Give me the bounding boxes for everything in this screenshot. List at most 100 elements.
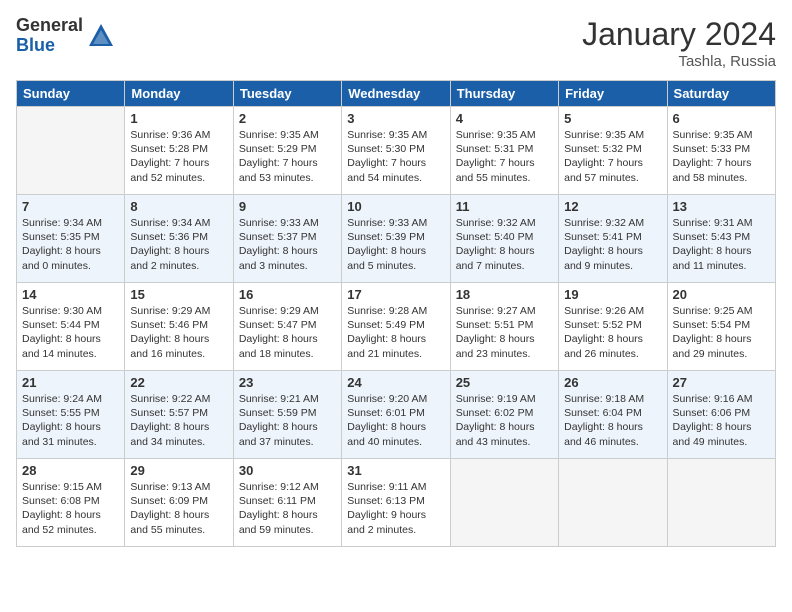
day-info: Sunrise: 9:32 AMSunset: 5:40 PMDaylight:… xyxy=(456,216,553,273)
day-info: Sunrise: 9:16 AMSunset: 6:06 PMDaylight:… xyxy=(673,392,770,449)
day-number: 12 xyxy=(564,199,661,214)
day-info: Sunrise: 9:24 AMSunset: 5:55 PMDaylight:… xyxy=(22,392,119,449)
table-row: 14 Sunrise: 9:30 AMSunset: 5:44 PMDayligh… xyxy=(17,283,125,371)
logo-blue: Blue xyxy=(16,36,83,56)
table-row xyxy=(17,107,125,195)
table-row: 25 Sunrise: 9:19 AMSunset: 6:02 PMDayligh… xyxy=(450,371,558,459)
table-row: 17 Sunrise: 9:28 AMSunset: 5:49 PMDayligh… xyxy=(342,283,450,371)
logo: General Blue xyxy=(16,16,115,56)
table-row: 18Sunrise: 9:27 AMSunset: 5:51 PMDayligh… xyxy=(450,283,558,371)
table-row: 10Sunrise: 9:33 AMSunset: 5:39 PMDayligh… xyxy=(342,195,450,283)
table-row: 6Sunrise: 9:35 AMSunset: 5:33 PMDaylight… xyxy=(667,107,775,195)
day-number: 28 xyxy=(22,463,119,478)
day-number: 3 xyxy=(347,111,444,126)
day-number: 8 xyxy=(130,199,227,214)
day-info: Sunrise: 9:33 AMSunset: 5:37 PMDaylight:… xyxy=(239,216,336,273)
day-number: 13 xyxy=(673,199,770,214)
logo-text: General Blue xyxy=(16,16,83,56)
day-info: Sunrise: 9:34 AMSunset: 5:35 PMDaylight:… xyxy=(22,216,119,273)
table-row: 11 Sunrise: 9:32 AMSunset: 5:40 PMDayligh… xyxy=(450,195,558,283)
day-info: Sunrise: 9:32 AMSunset: 5:41 PMDaylight:… xyxy=(564,216,661,273)
col-thursday: Thursday xyxy=(450,81,558,107)
header-row: Sunday Monday Tuesday Wednesday Thursday… xyxy=(17,81,776,107)
day-number: 22 xyxy=(130,375,227,390)
table-row: 1 Sunrise: 9:36 AMSunset: 5:28 PMDaylight… xyxy=(125,107,233,195)
title-section: January 2024 Tashla, Russia xyxy=(582,16,776,70)
day-number: 18 xyxy=(456,287,553,302)
calendar: Sunday Monday Tuesday Wednesday Thursday… xyxy=(16,80,776,547)
day-number: 19 xyxy=(564,287,661,302)
page-container: General Blue January 2024 Tashla, Russia… xyxy=(0,0,792,555)
day-number: 26 xyxy=(564,375,661,390)
day-number: 16 xyxy=(239,287,336,302)
table-row: 23Sunrise: 9:21 AMSunset: 5:59 PMDayligh… xyxy=(233,371,341,459)
table-row: 4Sunrise: 9:35 AMSunset: 5:31 PMDaylight… xyxy=(450,107,558,195)
table-row: 3 Sunrise: 9:35 AMSunset: 5:30 PMDaylight… xyxy=(342,107,450,195)
day-info: Sunrise: 9:19 AMSunset: 6:02 PMDaylight:… xyxy=(456,392,553,449)
day-info: Sunrise: 9:35 AMSunset: 5:33 PMDaylight:… xyxy=(673,128,770,185)
logo-general: General xyxy=(16,16,83,36)
location: Tashla, Russia xyxy=(582,53,776,70)
day-info: Sunrise: 9:30 AMSunset: 5:44 PMDaylight:… xyxy=(22,304,119,361)
day-info: Sunrise: 9:13 AMSunset: 6:09 PMDaylight:… xyxy=(130,480,227,537)
table-row: 19 Sunrise: 9:26 AMSunset: 5:52 PMDayligh… xyxy=(559,283,667,371)
day-number: 5 xyxy=(564,111,661,126)
day-info: Sunrise: 9:35 AMSunset: 5:30 PMDaylight:… xyxy=(347,128,444,185)
table-row: 2 Sunrise: 9:35 AMSunset: 5:29 PMDaylight… xyxy=(233,107,341,195)
table-row xyxy=(667,459,775,547)
day-number: 10 xyxy=(347,199,444,214)
day-info: Sunrise: 9:34 AMSunset: 5:36 PMDaylight:… xyxy=(130,216,227,273)
day-number: 20 xyxy=(673,287,770,302)
table-row: 8 Sunrise: 9:34 AMSunset: 5:36 PMDaylight… xyxy=(125,195,233,283)
day-info: Sunrise: 9:26 AMSunset: 5:52 PMDaylight:… xyxy=(564,304,661,361)
col-wednesday: Wednesday xyxy=(342,81,450,107)
col-friday: Friday xyxy=(559,81,667,107)
col-sunday: Sunday xyxy=(17,81,125,107)
day-number: 15 xyxy=(130,287,227,302)
day-info: Sunrise: 9:29 AMSunset: 5:47 PMDaylight:… xyxy=(239,304,336,361)
table-row: 7 Sunrise: 9:34 AMSunset: 5:35 PMDaylight… xyxy=(17,195,125,283)
day-number: 11 xyxy=(456,199,553,214)
table-row: 28 Sunrise: 9:15 AMSunset: 6:08 PMDayligh… xyxy=(17,459,125,547)
table-row xyxy=(450,459,558,547)
calendar-week-row: 28 Sunrise: 9:15 AMSunset: 6:08 PMDayligh… xyxy=(17,459,776,547)
table-row: 9 Sunrise: 9:33 AMSunset: 5:37 PMDaylight… xyxy=(233,195,341,283)
day-info: Sunrise: 9:35 AMSunset: 5:29 PMDaylight:… xyxy=(239,128,336,185)
day-number: 7 xyxy=(22,199,119,214)
col-saturday: Saturday xyxy=(667,81,775,107)
table-row: 12 Sunrise: 9:32 AMSunset: 5:41 PMDayligh… xyxy=(559,195,667,283)
table-row: 29 Sunrise: 9:13 AMSunset: 6:09 PMDayligh… xyxy=(125,459,233,547)
day-info: Sunrise: 9:28 AMSunset: 5:49 PMDaylight:… xyxy=(347,304,444,361)
table-row: 27 Sunrise: 9:16 AMSunset: 6:06 PMDayligh… xyxy=(667,371,775,459)
day-number: 27 xyxy=(673,375,770,390)
day-info: Sunrise: 9:25 AMSunset: 5:54 PMDaylight:… xyxy=(673,304,770,361)
day-info: Sunrise: 9:15 AMSunset: 6:08 PMDaylight:… xyxy=(22,480,119,537)
month-title: January 2024 xyxy=(582,16,776,53)
day-info: Sunrise: 9:36 AMSunset: 5:28 PMDaylight:… xyxy=(130,128,227,185)
table-row: 16 Sunrise: 9:29 AMSunset: 5:47 PMDayligh… xyxy=(233,283,341,371)
day-info: Sunrise: 9:11 AMSunset: 6:13 PMDaylight:… xyxy=(347,480,444,537)
calendar-week-row: 21 Sunrise: 9:24 AMSunset: 5:55 PMDayligh… xyxy=(17,371,776,459)
day-number: 24 xyxy=(347,375,444,390)
day-info: Sunrise: 9:29 AMSunset: 5:46 PMDaylight:… xyxy=(130,304,227,361)
table-row xyxy=(559,459,667,547)
day-number: 23 xyxy=(239,375,336,390)
col-tuesday: Tuesday xyxy=(233,81,341,107)
table-row: 15 Sunrise: 9:29 AMSunset: 5:46 PMDayligh… xyxy=(125,283,233,371)
table-row: 24Sunrise: 9:20 AMSunset: 6:01 PMDayligh… xyxy=(342,371,450,459)
day-number: 17 xyxy=(347,287,444,302)
day-number: 9 xyxy=(239,199,336,214)
day-number: 14 xyxy=(22,287,119,302)
table-row: 5Sunrise: 9:35 AMSunset: 5:32 PMDaylight… xyxy=(559,107,667,195)
calendar-week-row: 14 Sunrise: 9:30 AMSunset: 5:44 PMDayligh… xyxy=(17,283,776,371)
col-monday: Monday xyxy=(125,81,233,107)
table-row: 13 Sunrise: 9:31 AMSunset: 5:43 PMDayligh… xyxy=(667,195,775,283)
table-row: 26Sunrise: 9:18 AMSunset: 6:04 PMDayligh… xyxy=(559,371,667,459)
day-number: 2 xyxy=(239,111,336,126)
day-number: 21 xyxy=(22,375,119,390)
day-number: 25 xyxy=(456,375,553,390)
day-info: Sunrise: 9:31 AMSunset: 5:43 PMDaylight:… xyxy=(673,216,770,273)
table-row: 22Sunrise: 9:22 AMSunset: 5:57 PMDayligh… xyxy=(125,371,233,459)
day-number: 29 xyxy=(130,463,227,478)
day-number: 1 xyxy=(130,111,227,126)
